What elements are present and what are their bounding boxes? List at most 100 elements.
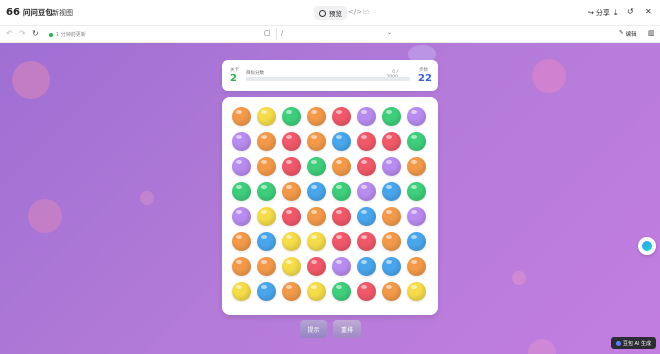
doubao-logo-icon bbox=[615, 340, 621, 346]
orb-yellow[interactable] bbox=[232, 282, 251, 301]
background-bubble bbox=[12, 61, 50, 99]
score-card: 关卡 2 目标分数 0 / 2000 步数 22 bbox=[222, 60, 438, 91]
chart-icon[interactable]: 🗠 bbox=[363, 8, 370, 19]
orb-red[interactable] bbox=[357, 132, 376, 151]
orb-green[interactable] bbox=[332, 182, 351, 201]
orb-yellow[interactable] bbox=[257, 107, 276, 126]
edit-button[interactable]: ✎ 编辑 bbox=[619, 30, 637, 38]
orb-purple[interactable] bbox=[407, 107, 426, 126]
orb-yellow[interactable] bbox=[257, 207, 276, 226]
comment-icon[interactable]: ▢ bbox=[264, 29, 271, 37]
orb-yellow[interactable] bbox=[282, 257, 301, 276]
orb-green[interactable] bbox=[382, 107, 401, 126]
orb-blue[interactable] bbox=[357, 207, 376, 226]
orb-red[interactable] bbox=[357, 232, 376, 251]
orb-green[interactable] bbox=[332, 282, 351, 301]
status-text: 1 分钟前更新 bbox=[56, 32, 86, 38]
orb-orange[interactable] bbox=[257, 132, 276, 151]
assistant-icon bbox=[642, 241, 652, 251]
background-bubble bbox=[528, 339, 556, 354]
orb-orange[interactable] bbox=[307, 207, 326, 226]
orb-green[interactable] bbox=[307, 157, 326, 176]
orb-purple[interactable] bbox=[232, 207, 251, 226]
close-icon[interactable]: ✕ bbox=[645, 7, 652, 16]
orb-blue[interactable] bbox=[332, 132, 351, 151]
new-chat-tab[interactable]: 新视图 bbox=[52, 8, 73, 18]
orb-purple[interactable] bbox=[332, 257, 351, 276]
orb-green[interactable] bbox=[407, 182, 426, 201]
history-icon[interactable]: ↺ bbox=[627, 7, 634, 16]
assistant-float-button[interactable] bbox=[638, 237, 656, 255]
share-button[interactable]: ↪ 分享 bbox=[588, 8, 610, 18]
orb-green[interactable] bbox=[232, 182, 251, 201]
orb-red[interactable] bbox=[357, 157, 376, 176]
orb-blue[interactable] bbox=[382, 257, 401, 276]
orb-red[interactable] bbox=[332, 207, 351, 226]
orb-red[interactable] bbox=[332, 232, 351, 251]
orb-yellow[interactable] bbox=[282, 232, 301, 251]
level-value: 2 bbox=[230, 73, 237, 84]
orb-orange[interactable] bbox=[307, 132, 326, 151]
chevron-down-icon[interactable]: ⌄ bbox=[387, 29, 392, 36]
orb-yellow[interactable] bbox=[307, 282, 326, 301]
orb-orange[interactable] bbox=[382, 282, 401, 301]
orb-yellow[interactable] bbox=[407, 282, 426, 301]
orb-orange[interactable] bbox=[407, 257, 426, 276]
refresh-icon[interactable]: ↻ bbox=[32, 29, 39, 38]
orb-blue[interactable] bbox=[307, 182, 326, 201]
orb-orange[interactable] bbox=[382, 232, 401, 251]
orb-orange[interactable] bbox=[282, 182, 301, 201]
orb-orange[interactable] bbox=[257, 257, 276, 276]
share-icon: ↪ bbox=[588, 9, 594, 17]
orb-grid bbox=[232, 107, 428, 305]
reset-button[interactable]: 重排 bbox=[333, 320, 361, 338]
orb-green[interactable] bbox=[407, 132, 426, 151]
orb-blue[interactable] bbox=[257, 282, 276, 301]
share-label: 分享 bbox=[595, 9, 610, 17]
orb-orange[interactable] bbox=[232, 232, 251, 251]
download-icon[interactable]: ⤓ bbox=[614, 8, 618, 18]
sidebar-toggle-icon[interactable]: ▥ bbox=[648, 29, 655, 37]
orb-orange[interactable] bbox=[232, 257, 251, 276]
ai-generated-badge: 豆包 AI 生成 bbox=[611, 337, 656, 349]
orb-red[interactable] bbox=[307, 257, 326, 276]
orb-orange[interactable] bbox=[382, 207, 401, 226]
orb-blue[interactable] bbox=[357, 257, 376, 276]
orb-purple[interactable] bbox=[407, 207, 426, 226]
orb-orange[interactable] bbox=[232, 107, 251, 126]
orb-blue[interactable] bbox=[382, 182, 401, 201]
orb-purple[interactable] bbox=[232, 132, 251, 151]
brand[interactable]: 66 问问豆包 bbox=[6, 7, 53, 18]
edit-icon: ✎ bbox=[619, 30, 624, 36]
orb-red[interactable] bbox=[282, 132, 301, 151]
top-app-bar: 66 问问豆包 新视图 预览 </> 🗠 ↪ 分享 ⤓ ↺ ✕ bbox=[0, 0, 660, 26]
target-score-label: 目标分数 bbox=[246, 71, 264, 76]
orb-purple[interactable] bbox=[357, 107, 376, 126]
orb-orange[interactable] bbox=[257, 157, 276, 176]
orb-purple[interactable] bbox=[232, 157, 251, 176]
orb-orange[interactable] bbox=[332, 157, 351, 176]
orb-orange[interactable] bbox=[407, 157, 426, 176]
orb-purple[interactable] bbox=[382, 157, 401, 176]
code-icon[interactable]: </> bbox=[348, 8, 362, 16]
redo-icon[interactable]: ↷ bbox=[19, 29, 26, 38]
url-input[interactable]: / bbox=[276, 28, 398, 40]
preview-button[interactable]: 预览 bbox=[314, 6, 347, 20]
orb-purple[interactable] bbox=[357, 182, 376, 201]
orb-blue[interactable] bbox=[407, 232, 426, 251]
orb-green[interactable] bbox=[257, 182, 276, 201]
orb-red[interactable] bbox=[357, 282, 376, 301]
background-bubble bbox=[512, 271, 526, 285]
orb-red[interactable] bbox=[282, 157, 301, 176]
orb-orange[interactable] bbox=[282, 282, 301, 301]
orb-blue[interactable] bbox=[257, 232, 276, 251]
orb-red[interactable] bbox=[282, 207, 301, 226]
orb-green[interactable] bbox=[282, 107, 301, 126]
hint-button[interactable]: 提示 bbox=[300, 320, 327, 338]
background-bubble bbox=[532, 59, 566, 93]
orb-red[interactable] bbox=[332, 107, 351, 126]
orb-yellow[interactable] bbox=[307, 232, 326, 251]
undo-icon[interactable]: ↶ bbox=[6, 29, 13, 38]
orb-orange[interactable] bbox=[307, 107, 326, 126]
orb-red[interactable] bbox=[382, 132, 401, 151]
